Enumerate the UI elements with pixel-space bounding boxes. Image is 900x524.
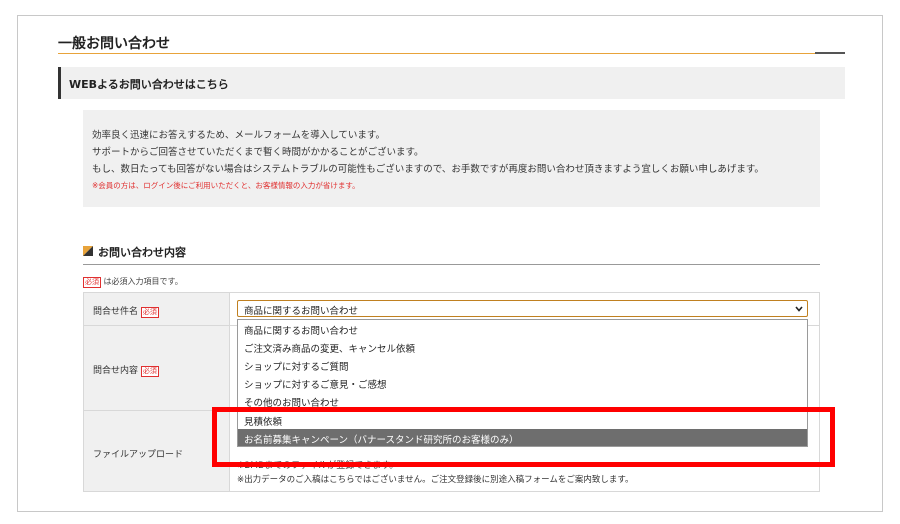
section-square-icon — [83, 246, 93, 256]
highlight-box — [212, 407, 835, 467]
subject-select-value: 商品に関するお問い合わせ — [244, 306, 359, 317]
chevron-down-icon — [795, 306, 803, 312]
section-heading-text: WEBよるお問い合わせはこちら — [69, 78, 229, 91]
content-label: 問合せ内容 — [93, 366, 139, 376]
info-line-3: もし、数日たっても回答がない場合はシステムトラブルの可能性もございますので、お手… — [92, 164, 764, 175]
dropdown-option[interactable]: ショップに対するご意見・ご感想 — [238, 374, 807, 392]
section-heading: WEBよるお問い合わせはこちら — [58, 67, 845, 99]
subject-select[interactable]: 商品に関するお問い合わせ — [237, 300, 808, 317]
required-badge: 必須 — [83, 277, 101, 288]
label-cell-upload: ファイルアップロード — [84, 411, 230, 491]
required-note-text: は必須入力項目です。 — [103, 277, 183, 286]
required-note: 必須 は必須入力項目です。 — [83, 276, 183, 288]
form-heading-text: お問い合わせ内容 — [98, 246, 186, 259]
required-badge: 必須 — [140, 366, 159, 377]
required-badge: 必須 — [140, 307, 159, 318]
title-underline — [58, 53, 845, 54]
info-line-1: 効率良く迅速にお答えするため、メールフォームを導入しています。 — [92, 130, 385, 141]
dropdown-option[interactable]: ショップに対するご質問 — [238, 356, 807, 374]
label-cell-content: 問合せ内容 必須 — [84, 326, 230, 410]
member-note: ※会員の方は、ログイン後にご利用いただくと、お客様情報の入力が省けます。 — [92, 181, 360, 190]
form-heading-rule — [83, 264, 820, 265]
info-line-2: サポートからご回答させていただくまで暫く時間がかかることがございます。 — [92, 147, 424, 158]
upload-data-note: ※出力データのご入稿はこちらではございません。ご注文登録後に別途入稿フォームをご… — [237, 475, 634, 485]
title-underline-accent — [815, 52, 845, 54]
label-cell-subject: 問合せ件名 必須 — [84, 293, 230, 325]
dropdown-option[interactable]: ご注文済み商品の変更、キャンセル依頼 — [238, 338, 807, 356]
subject-label: 問合せ件名 — [93, 307, 139, 317]
dropdown-option[interactable]: 商品に関するお問い合わせ — [238, 320, 807, 338]
upload-label: ファイルアップロード — [93, 450, 184, 460]
info-box: 効率良く迅速にお答えするため、メールフォームを導入しています。 サポートからご回… — [83, 110, 820, 207]
page-title: 一般お問い合わせ — [58, 36, 170, 52]
